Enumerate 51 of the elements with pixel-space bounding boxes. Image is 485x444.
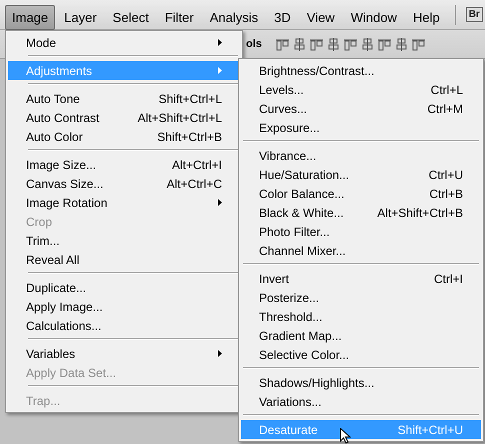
menu-item[interactable]: Auto Color Shift+Ctrl+B	[8, 127, 240, 146]
menu-item[interactable]: Variations...	[241, 392, 481, 411]
menu-item[interactable]: Levels... Ctrl+L	[241, 80, 481, 99]
menu-title[interactable]: Select	[106, 4, 156, 30]
menu-item[interactable]: Channel Mixer...	[241, 241, 481, 260]
menu-item[interactable]: Calculations...	[8, 316, 240, 335]
menu-item[interactable]: Vibrance...	[241, 146, 481, 165]
menu-item[interactable]: Auto Tone Shift+Ctrl+L	[8, 89, 240, 108]
menu-item[interactable]: Selective Color...	[241, 345, 481, 364]
align-icon[interactable]	[412, 38, 425, 50]
menu-item[interactable]: Gradient Map...	[241, 326, 481, 345]
align-icon[interactable]	[344, 38, 357, 50]
menu-title[interactable]: Image	[5, 4, 56, 30]
menu-item[interactable]: Reveal All	[8, 250, 240, 269]
menu-item[interactable]: Photo Filter...	[241, 222, 481, 241]
menu-title[interactable]: 3D	[267, 4, 298, 30]
menu-item[interactable]: Invert Ctrl+I	[241, 269, 481, 288]
menu-title[interactable]: Help	[406, 4, 447, 30]
align-icon[interactable]	[276, 38, 289, 50]
align-icon[interactable]	[292, 38, 306, 50]
menu-item[interactable]: Brightness/Contrast...	[241, 61, 481, 80]
menu-title[interactable]: View	[300, 4, 342, 30]
menu-item[interactable]: Posterize...	[241, 288, 481, 307]
bridge-button[interactable]: Br	[466, 7, 483, 22]
menu-item[interactable]: Mode	[8, 33, 240, 52]
menu-item[interactable]: Shadows/Highlights...	[241, 373, 481, 392]
align-icon[interactable]	[378, 38, 391, 50]
menu-item[interactable]: Hue/Saturation... Ctrl+U	[241, 165, 481, 184]
align-icon[interactable]	[310, 38, 323, 50]
align-icon[interactable]	[326, 38, 340, 50]
menu-item[interactable]: Exposure...	[241, 118, 481, 137]
menu-item[interactable]: Trim...	[8, 231, 240, 250]
menu-item[interactable]: Image Size... Alt+Ctrl+I	[8, 155, 240, 174]
align-icon[interactable]	[360, 38, 374, 50]
cursor-icon	[340, 428, 351, 444]
options-label: ols	[246, 38, 262, 50]
menu-item[interactable]: Threshold...	[241, 307, 481, 326]
menu-item[interactable]: Black & White... Alt+Shift+Ctrl+B	[241, 203, 481, 222]
menu-item[interactable]: Apply Image...	[8, 297, 240, 316]
menu-item[interactable]: Duplicate...	[8, 278, 240, 297]
menu-item[interactable]: Variables	[8, 344, 240, 363]
menu-title[interactable]: Analysis	[202, 4, 266, 30]
menu-item[interactable]: Color Balance... Ctrl+B	[241, 184, 481, 203]
menu-item[interactable]: Canvas Size... Alt+Ctrl+C	[8, 174, 240, 193]
menu-title[interactable]: Layer	[57, 4, 104, 30]
align-icon[interactable]	[394, 38, 408, 50]
menu-item[interactable]: Curves... Ctrl+M	[241, 99, 481, 118]
menu-title[interactable]: Filter	[158, 4, 201, 30]
menu-item[interactable]: Auto Contrast Alt+Shift+Ctrl+L	[8, 108, 240, 127]
menu-item[interactable]: Image Rotation	[8, 193, 240, 212]
menu-title[interactable]: Window	[344, 4, 404, 30]
